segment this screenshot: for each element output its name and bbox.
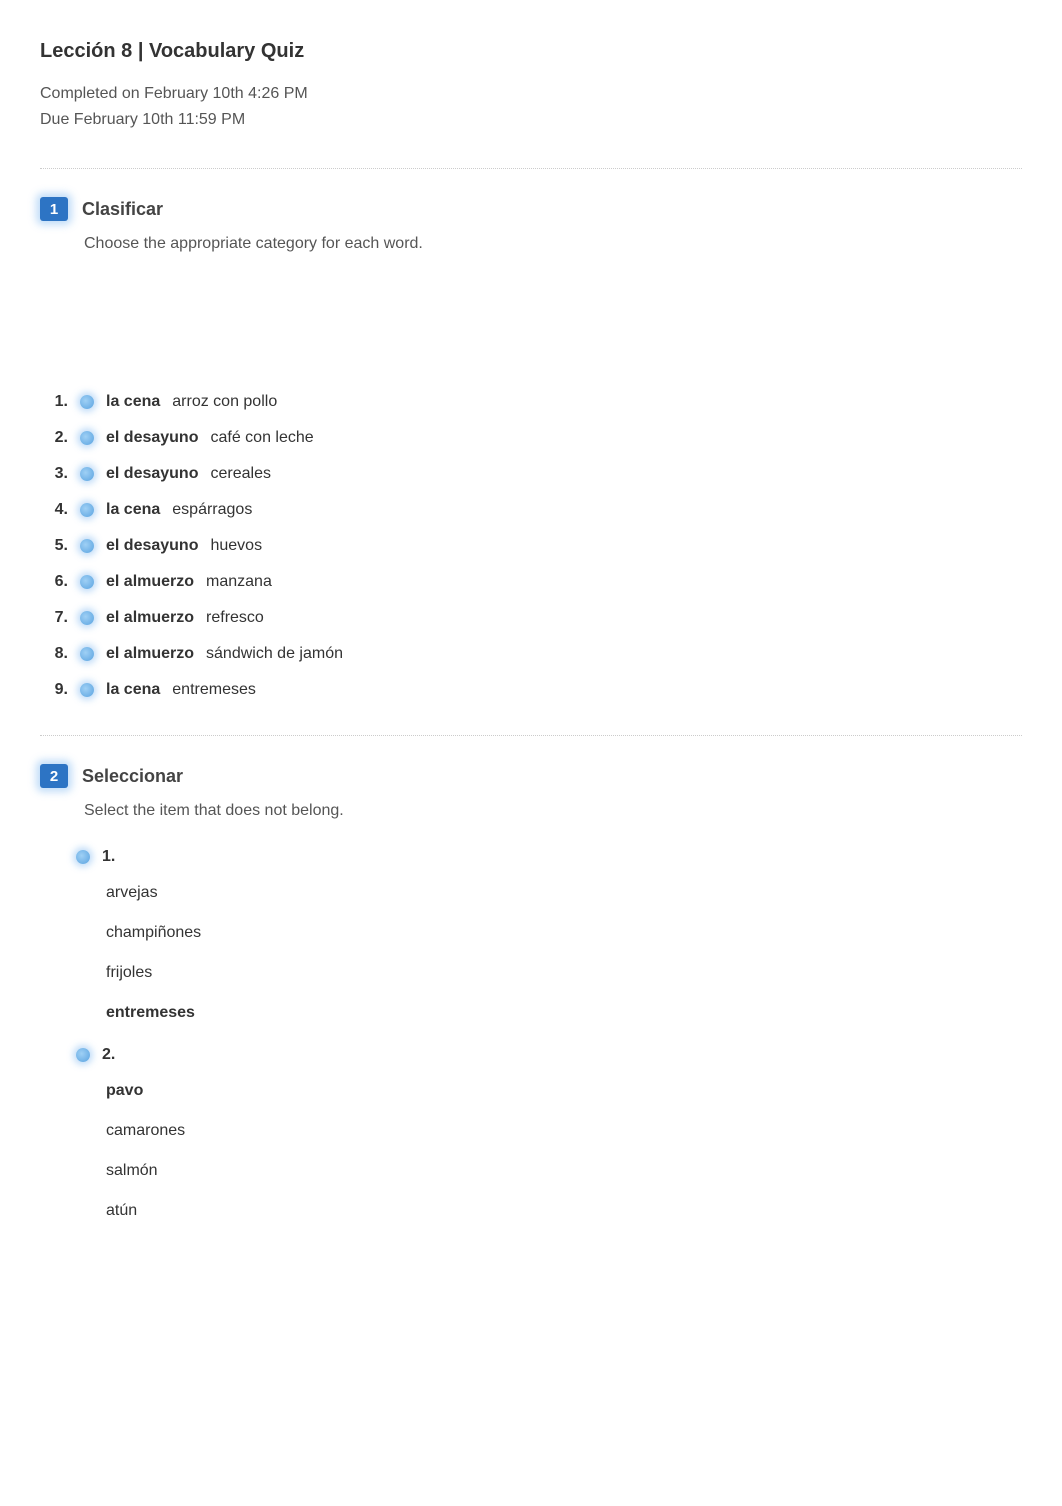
status-dot-icon	[80, 431, 94, 445]
question-block: 1. arvejas champiñones frijoles entremeses	[76, 848, 1022, 1022]
vocab-word: arroz con pollo	[172, 393, 277, 411]
question-head: 2.	[76, 1046, 1022, 1064]
answer-number: 1.	[48, 393, 68, 411]
vocab-word: espárragos	[172, 501, 252, 519]
answer-number: 8.	[48, 645, 68, 663]
status-dot-icon	[80, 611, 94, 625]
status-dot-icon	[80, 683, 94, 697]
selected-category: el almuerzo	[106, 645, 194, 663]
section-seleccionar: 2 Seleccionar Select the item that does …	[40, 764, 1022, 1220]
selected-category: el almuerzo	[106, 573, 194, 591]
answer-row: 1. la cena arroz con pollo	[48, 393, 1022, 411]
answer-option[interactable]: entremeses	[106, 1004, 1022, 1022]
divider	[40, 735, 1022, 736]
answer-row: 3. el desayuno cereales	[48, 465, 1022, 483]
quiz-header: Lección 8 | Vocabulary Quiz Completed on…	[40, 40, 1022, 132]
answer-option[interactable]: arvejas	[106, 884, 1022, 902]
section-title: Seleccionar	[82, 766, 183, 787]
section-number-badge: 1	[40, 197, 68, 221]
selected-category: el desayuno	[106, 537, 198, 555]
status-dot-icon	[80, 395, 94, 409]
selected-category: el desayuno	[106, 465, 198, 483]
answer-number: 4.	[48, 501, 68, 519]
answer-row: 7. el almuerzo refresco	[48, 609, 1022, 627]
section-title: Clasificar	[82, 199, 163, 220]
answer-number: 3.	[48, 465, 68, 483]
selected-category: la cena	[106, 393, 160, 411]
section-head-1: 1 Clasificar	[40, 197, 1022, 221]
vocab-word: entremeses	[172, 681, 256, 699]
answer-row: 6. el almuerzo manzana	[48, 573, 1022, 591]
question-block: 2. pavo camarones salmón atún	[76, 1046, 1022, 1220]
status-dot-icon	[80, 575, 94, 589]
section-clasificar: 1 Clasificar Choose the appropriate cate…	[40, 197, 1022, 699]
answer-option[interactable]: pavo	[106, 1082, 1022, 1100]
section-head-2: 2 Seleccionar	[40, 764, 1022, 788]
answer-number: 5.	[48, 537, 68, 555]
question-head: 1.	[76, 848, 1022, 866]
selected-category: el desayuno	[106, 429, 198, 447]
answer-row: 5. el desayuno huevos	[48, 537, 1022, 555]
vocab-word: huevos	[210, 537, 262, 555]
selected-category: la cena	[106, 501, 160, 519]
answer-row: 2. el desayuno café con leche	[48, 429, 1022, 447]
answer-option[interactable]: salmón	[106, 1162, 1022, 1180]
divider	[40, 168, 1022, 169]
vocab-word: refresco	[206, 609, 264, 627]
selected-category: la cena	[106, 681, 160, 699]
answer-option[interactable]: frijoles	[106, 964, 1022, 982]
section-desc: Choose the appropriate category for each…	[84, 235, 1022, 253]
question-number: 1.	[102, 848, 115, 866]
answer-number: 6.	[48, 573, 68, 591]
answer-option[interactable]: champiñones	[106, 924, 1022, 942]
question-number: 2.	[102, 1046, 115, 1064]
section-desc: Select the item that does not belong.	[84, 802, 1022, 820]
status-dot-icon	[80, 503, 94, 517]
status-dot-icon	[76, 850, 90, 864]
answer-row: 9. la cena entremeses	[48, 681, 1022, 699]
status-dot-icon	[80, 647, 94, 661]
section-number-badge: 2	[40, 764, 68, 788]
clasificar-answer-list: 1. la cena arroz con pollo 2. el desayuno caf…	[48, 393, 1022, 699]
answer-row: 8. el almuerzo sándwich de jamón	[48, 645, 1022, 663]
status-dot-icon	[76, 1048, 90, 1062]
vocab-word: sándwich de jamón	[206, 645, 343, 663]
vocab-word: café con leche	[210, 429, 313, 447]
status-dot-icon	[80, 539, 94, 553]
due-line: Due February 10th 11:59 PM	[40, 107, 1022, 133]
answer-option[interactable]: camarones	[106, 1122, 1022, 1140]
answer-number: 9.	[48, 681, 68, 699]
answer-number: 2.	[48, 429, 68, 447]
completed-line: Completed on February 10th 4:26 PM	[40, 81, 1022, 107]
selected-category: el almuerzo	[106, 609, 194, 627]
answer-option[interactable]: atún	[106, 1202, 1022, 1220]
vocab-word: manzana	[206, 573, 272, 591]
answer-number: 7.	[48, 609, 68, 627]
page-title: Lección 8 | Vocabulary Quiz	[40, 40, 1022, 63]
answer-row: 4. la cena espárragos	[48, 501, 1022, 519]
vocab-word: cereales	[210, 465, 270, 483]
seleccionar-question-list: 1. arvejas champiñones frijoles entremeses 2.…	[76, 848, 1022, 1220]
status-dot-icon	[80, 467, 94, 481]
